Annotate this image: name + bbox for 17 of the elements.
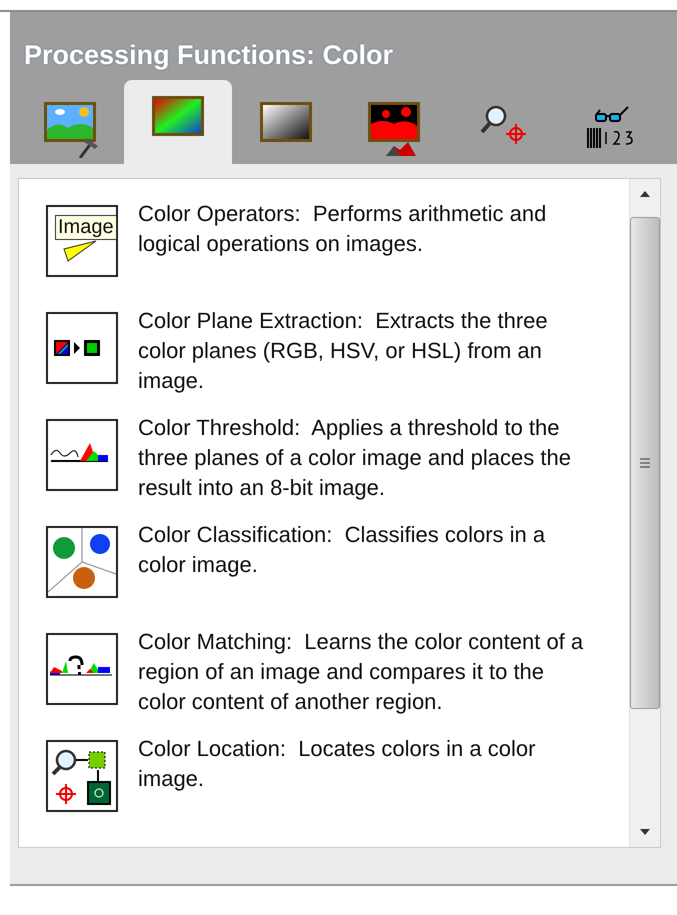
tooltip: Image — [55, 215, 117, 240]
color-location-icon[interactable] — [46, 740, 118, 812]
scroll-thumb[interactable] — [630, 217, 660, 709]
color-matching-icon[interactable] — [46, 633, 118, 705]
plane-extraction-icon[interactable] — [46, 312, 118, 384]
function-description: Color Plane Extraction: Extracts the three color planes (RGB, HSV, or HSL) from an image. — [138, 307, 549, 395]
function-description: Color Location: Locates colors in a color image. — [138, 735, 536, 793]
color-classes-icon[interactable] — [46, 526, 118, 598]
panel-title: Processing Functions: Color — [24, 40, 394, 72]
threshold-histogram-icon[interactable] — [46, 419, 118, 491]
tab[interactable] — [124, 80, 232, 164]
function-description: Color Threshold: Applies a threshold to the three planes of a color image and places the result into an 8-bit image. — [138, 414, 572, 502]
scrollbar[interactable] — [629, 179, 660, 847]
function-description: Color Matching: Learns the color content of a region of an image and compares it to the color content of another region. — [138, 628, 584, 716]
function-description: Color Classification: Classifies colors in a color image. — [138, 521, 546, 579]
grip-icon — [639, 457, 651, 469]
function-description: Color Operators: Performs arithmetic and logical operations on images. — [138, 200, 548, 258]
